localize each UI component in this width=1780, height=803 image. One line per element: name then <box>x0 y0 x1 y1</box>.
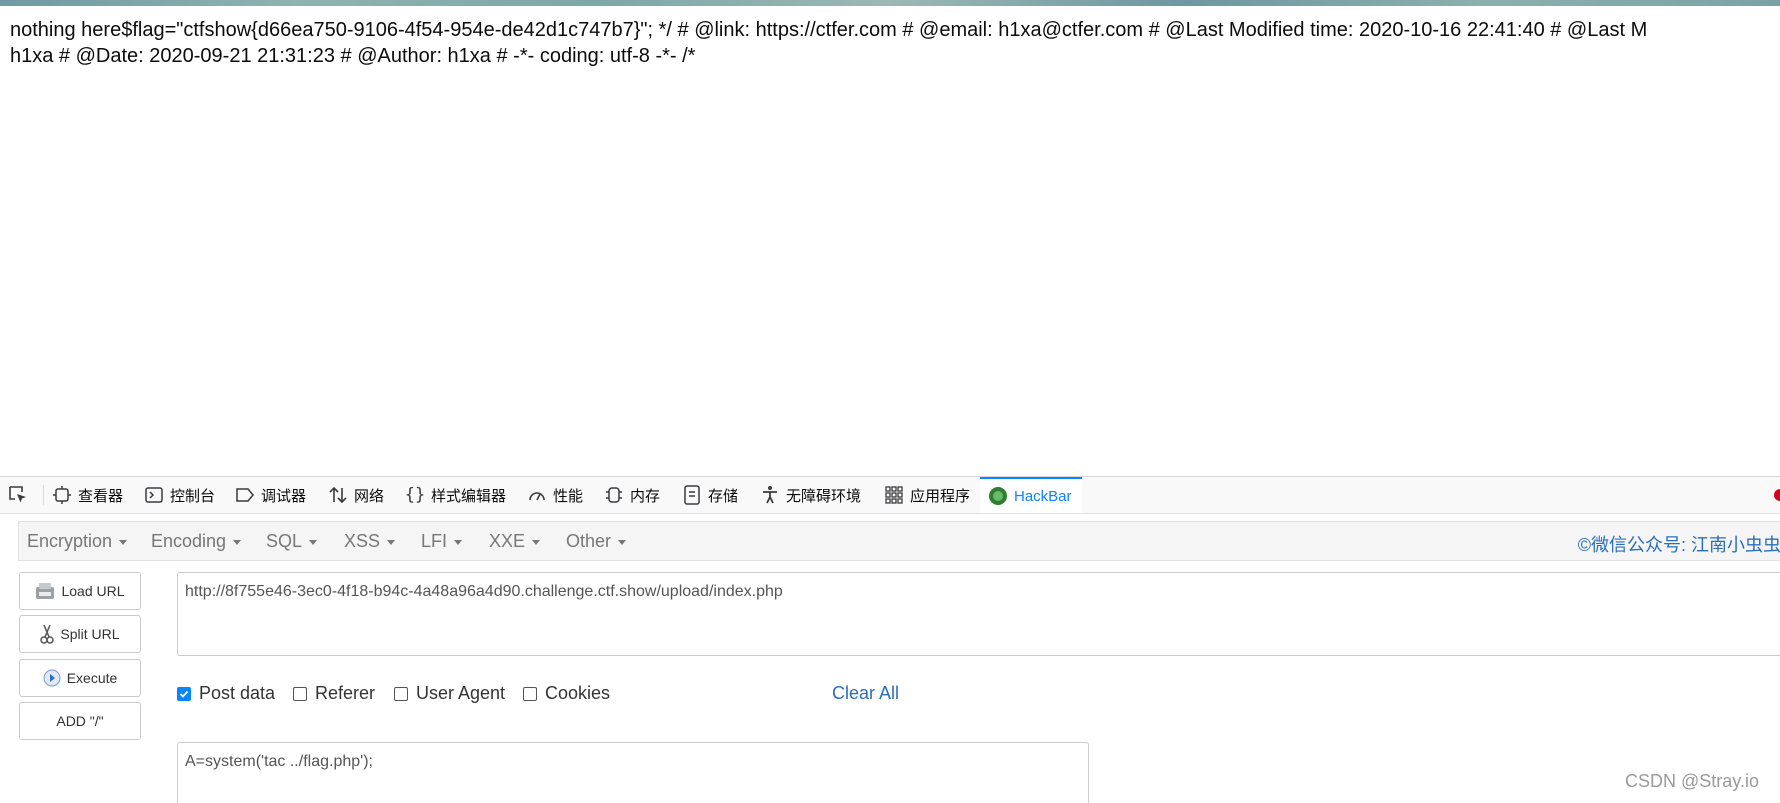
user-agent-checkbox[interactable]: User Agent <box>394 683 505 704</box>
post-data-label: Post data <box>199 683 276 703</box>
tab-application[interactable]: 应用程序 <box>884 477 970 513</box>
style-editor-icon: {} <box>404 485 426 505</box>
user-agent-label: User Agent <box>416 683 506 703</box>
error-indicator-icon[interactable] <box>1774 489 1780 501</box>
tab-label: 应用程序 <box>910 487 971 505</box>
devtools-toolbar: 查看器 控制台 调试器 网络 {} 样式编辑器 性能 内存 存储 无障碍环境 应… <box>0 476 1780 514</box>
load-url-icon <box>35 582 55 600</box>
post-data-checkbox[interactable]: Post data <box>177 683 275 704</box>
checkbox-unchecked-icon <box>394 686 408 701</box>
element-picker-icon[interactable] <box>8 485 28 509</box>
page-top-strip <box>0 0 1780 6</box>
execute-label: Execute <box>66 670 118 686</box>
debugger-icon <box>235 485 255 505</box>
storage-icon <box>682 485 702 505</box>
cookies-checkbox[interactable]: Cookies <box>523 683 610 704</box>
application-icon <box>884 485 904 505</box>
tab-label: 性能 <box>553 487 584 505</box>
menu-xxe[interactable]: XXE <box>489 522 541 560</box>
load-url-label: Load URL <box>61 583 125 599</box>
page-output-line-2: h1xa # @Date: 2020-09-21 21:31:23 # @Aut… <box>10 45 696 67</box>
caret-down-icon <box>119 539 128 545</box>
tab-memory[interactable]: 内存 <box>604 477 660 513</box>
tab-debugger[interactable]: 调试器 <box>235 477 306 513</box>
checkbox-unchecked-icon <box>523 686 537 701</box>
caret-down-icon <box>233 539 242 545</box>
toolbar-separator <box>43 485 44 505</box>
tab-label: 查看器 <box>78 487 124 505</box>
scissors-icon <box>40 624 55 644</box>
menu-xss[interactable]: XSS <box>344 522 396 560</box>
hackbar-icon <box>988 486 1008 506</box>
tab-inspector[interactable]: 查看器 <box>52 477 123 513</box>
menu-label: XXE <box>489 530 526 551</box>
tab-label: 控制台 <box>170 487 216 505</box>
caret-down-icon <box>532 539 541 545</box>
menu-other[interactable]: Other <box>566 522 627 560</box>
caret-down-icon <box>387 539 396 545</box>
tab-style-editor[interactable]: {} 样式编辑器 <box>405 477 506 513</box>
devtools-panel: 查看器 控制台 调试器 网络 {} 样式编辑器 性能 内存 存储 无障碍环境 应… <box>0 476 1780 803</box>
tab-label: 调试器 <box>261 487 307 505</box>
play-icon <box>43 669 61 687</box>
tab-label: 存储 <box>708 487 739 505</box>
hackbar-menu-bar: Encryption Encoding SQL XSS LFI XXE Othe… <box>18 521 1780 561</box>
referer-label: Referer <box>315 683 376 703</box>
post-data-value: A=system('tac ../flag.php'); <box>185 753 373 770</box>
load-url-button[interactable]: Load URL <box>19 572 141 610</box>
menu-encoding[interactable]: Encoding <box>151 522 242 560</box>
add-slash-label: ADD "/" <box>56 713 104 729</box>
csdn-watermark: CSDN @Stray.io <box>1625 771 1759 791</box>
caret-down-icon <box>618 539 627 545</box>
menu-label: SQL <box>266 530 303 551</box>
url-value: http://8f755e46-3ec0-4f18-b94c-4a48a96a4… <box>185 583 783 600</box>
menu-label: LFI <box>421 530 448 551</box>
console-icon <box>144 485 164 505</box>
menu-lfi[interactable]: LFI <box>421 522 463 560</box>
tab-performance[interactable]: 性能 <box>527 477 583 513</box>
split-url-button[interactable]: Split URL <box>19 615 141 653</box>
add-slash-button[interactable]: ADD "/" <box>19 702 141 740</box>
url-input[interactable]: http://8f755e46-3ec0-4f18-b94c-4a48a96a4… <box>177 572 1780 656</box>
page-output-line-1: nothing here$flag="ctfshow{d66ea750-9106… <box>10 19 1648 41</box>
execute-button[interactable]: Execute <box>19 659 141 697</box>
tab-label: 样式编辑器 <box>431 487 507 505</box>
tab-label: 内存 <box>630 487 661 505</box>
tab-network[interactable]: 网络 <box>328 477 384 513</box>
memory-icon <box>604 485 624 505</box>
cookies-label: Cookies <box>545 683 611 703</box>
menu-label: Encryption <box>27 530 113 551</box>
tab-storage[interactable]: 存储 <box>682 477 738 513</box>
menu-label: Other <box>566 530 612 551</box>
checkbox-unchecked-icon <box>293 686 307 701</box>
accessibility-icon <box>760 485 780 505</box>
checkbox-checked-icon <box>177 686 191 701</box>
menu-sql[interactable]: SQL <box>266 522 318 560</box>
caret-down-icon <box>454 539 463 545</box>
tab-label: 无障碍环境 <box>786 487 862 505</box>
clear-all-link[interactable]: Clear All <box>832 683 899 704</box>
tab-hackbar[interactable]: HackBar <box>980 477 1082 513</box>
performance-icon <box>527 485 547 505</box>
post-data-input[interactable]: A=system('tac ../flag.php'); <box>177 742 1089 803</box>
split-url-label: Split URL <box>60 626 120 642</box>
tab-console[interactable]: 控制台 <box>144 477 215 513</box>
hackbar-credit: ©微信公众号: 江南小虫虫 <box>1577 535 1780 555</box>
tab-label: 网络 <box>354 487 385 505</box>
menu-encryption[interactable]: Encryption <box>27 522 128 560</box>
network-icon <box>328 485 348 505</box>
menu-label: Encoding <box>151 530 227 551</box>
referer-checkbox[interactable]: Referer <box>293 683 375 704</box>
page-output: nothing here$flag="ctfshow{d66ea750-9106… <box>10 17 1780 69</box>
menu-label: XSS <box>344 530 381 551</box>
inspector-icon <box>52 485 72 505</box>
tab-accessibility[interactable]: 无障碍环境 <box>760 477 861 513</box>
tab-label: HackBar <box>1014 487 1072 505</box>
caret-down-icon <box>309 539 318 545</box>
